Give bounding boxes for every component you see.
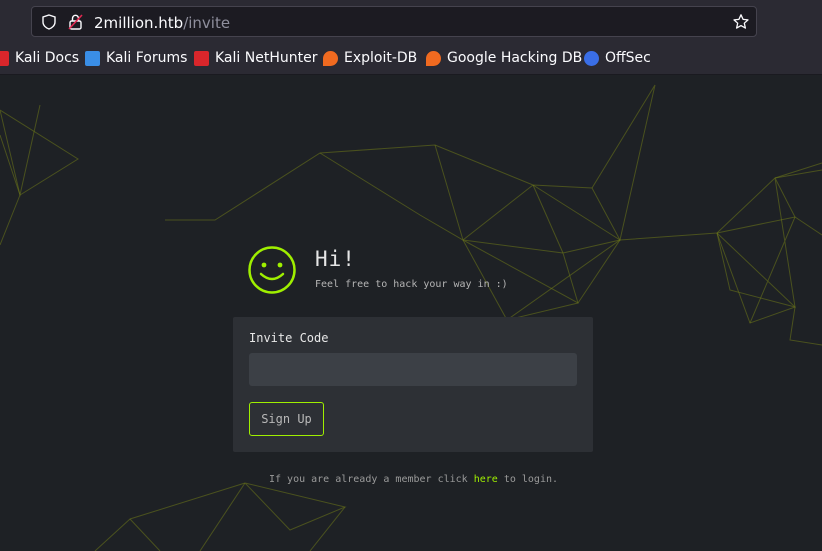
bookmark-label: Exploit-DB — [344, 50, 418, 66]
page-content: Hi! Feel free to hack your way in :) Inv… — [0, 75, 822, 551]
bookmark-kali-docs[interactable]: Kali Docs — [0, 49, 79, 67]
offsec-icon — [584, 50, 599, 66]
browser-toolbar: 2million.htb/invite — [0, 0, 822, 42]
bookmark-kali-forums[interactable]: Kali Forums — [85, 49, 187, 67]
bookmark-star-icon[interactable] — [732, 13, 750, 31]
login-prompt-suffix: to login. — [497, 474, 559, 485]
login-prompt: If you are already a member click here t… — [269, 474, 558, 485]
invite-code-input[interactable] — [249, 353, 577, 386]
bookmark-label: Kali Forums — [106, 50, 188, 66]
kali-forums-icon — [85, 50, 100, 66]
page-title: Hi! — [315, 247, 356, 271]
url-path: /invite — [183, 14, 231, 32]
url-host: 2million.htb — [94, 14, 184, 32]
bookmark-label: Kali NetHunter — [215, 50, 318, 66]
kali-nethunter-icon — [194, 50, 209, 66]
url-text[interactable]: 2million.htb/invite — [94, 14, 230, 32]
login-prompt-text: If you are already a member click — [269, 474, 474, 485]
smiley-face-icon — [248, 246, 296, 294]
ghdb-icon — [426, 50, 441, 66]
bookmark-label: OffSec — [605, 50, 651, 66]
bookmark-offsec[interactable]: OffSec — [584, 49, 651, 67]
kali-docs-icon — [0, 50, 9, 66]
sign-up-button[interactable]: Sign Up — [249, 402, 324, 436]
bookmark-exploit-db[interactable]: Exploit-DB — [323, 49, 417, 67]
login-link[interactable]: here — [474, 474, 498, 485]
exploit-db-icon — [323, 50, 338, 66]
insecure-lock-icon[interactable] — [67, 13, 85, 31]
address-bar[interactable]: 2million.htb/invite — [31, 6, 757, 37]
invite-form-card: Invite Code Sign Up — [233, 317, 593, 452]
bookmarks-toolbar: Kali Docs Kali Forums Kali NetHunter Exp… — [0, 42, 822, 75]
invite-code-label: Invite Code — [249, 331, 329, 345]
bookmark-google-hacking-db[interactable]: Google Hacking DB — [426, 49, 582, 67]
bookmark-kali-nethunter[interactable]: Kali NetHunter — [194, 49, 317, 67]
tracking-protection-shield-icon[interactable] — [41, 14, 57, 30]
page-subtitle: Feel free to hack your way in :) — [315, 279, 508, 290]
bookmark-label: Google Hacking DB — [447, 50, 583, 66]
bookmark-label: Kali Docs — [15, 50, 80, 66]
